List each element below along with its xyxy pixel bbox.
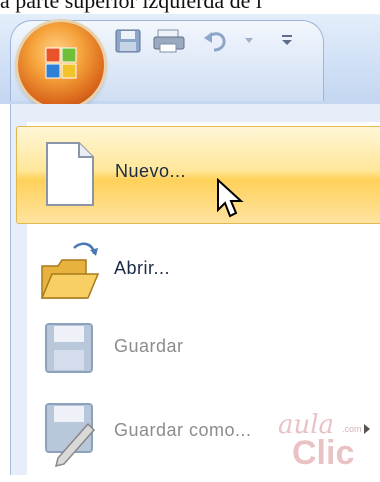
open-folder-icon bbox=[40, 242, 100, 299]
page-caption: a parte superior izquierda de l bbox=[0, 0, 263, 13]
print-icon[interactable] bbox=[152, 28, 188, 54]
save-as-icon bbox=[45, 403, 96, 468]
menu-item-save-label: Guardar bbox=[114, 336, 184, 356]
office-button[interactable] bbox=[18, 22, 104, 108]
save-icon[interactable] bbox=[114, 28, 142, 54]
dropdown-icon[interactable] bbox=[242, 34, 256, 46]
menu-item-save[interactable]: Guardar bbox=[16, 302, 380, 398]
watermark-com: .com bbox=[342, 424, 362, 434]
save-disk-icon bbox=[45, 323, 93, 373]
menu-item-open-label: Abrir... bbox=[114, 258, 171, 278]
customize-icon[interactable] bbox=[276, 32, 298, 48]
watermark: aula .com Clic bbox=[232, 410, 380, 475]
mouse-cursor-icon bbox=[217, 178, 244, 218]
menu-item-new-label: Nuevo... bbox=[115, 161, 187, 181]
undo-icon[interactable] bbox=[202, 28, 228, 52]
watermark-clic: Clic bbox=[292, 434, 355, 472]
new-document-icon bbox=[46, 142, 94, 206]
office-logo-icon bbox=[45, 47, 77, 79]
menu-item-new[interactable]: Nuevo... bbox=[16, 126, 380, 224]
menu-item-save-as-label: Guardar como... bbox=[114, 420, 252, 440]
